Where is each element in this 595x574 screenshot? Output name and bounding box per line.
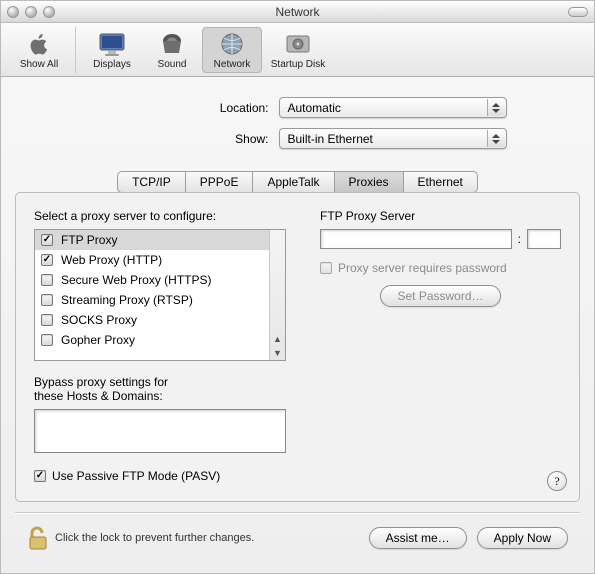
- port-separator: :: [518, 232, 521, 246]
- list-item-label: SOCKS Proxy: [61, 313, 137, 327]
- show-row: Show: Built-in Ethernet: [15, 128, 580, 149]
- toolbar-startup-disk[interactable]: Startup Disk: [262, 27, 334, 73]
- pasv-checkbox[interactable]: [34, 470, 46, 482]
- list-item[interactable]: FTP Proxy: [35, 230, 269, 250]
- show-label: Show:: [89, 132, 279, 146]
- assist-button[interactable]: Assist me…: [369, 527, 467, 549]
- tab-proxies[interactable]: Proxies: [334, 171, 404, 193]
- globe-icon: [216, 30, 248, 58]
- toolbar-displays-label: Displays: [93, 59, 131, 70]
- scroll-up-icon[interactable]: ▲: [270, 332, 285, 346]
- requires-password-checkbox[interactable]: [320, 262, 332, 274]
- proxy-port-input[interactable]: [527, 229, 561, 249]
- toolbar-network-label: Network: [214, 59, 251, 70]
- apply-button[interactable]: Apply Now: [477, 527, 568, 549]
- checkbox[interactable]: [41, 234, 53, 246]
- list-item[interactable]: SOCKS Proxy: [35, 310, 269, 330]
- set-password-button[interactable]: Set Password…: [380, 285, 500, 307]
- requires-password-row: Proxy server requires password: [320, 261, 561, 275]
- checkbox[interactable]: [41, 314, 53, 326]
- tab-tcpip[interactable]: TCP/IP: [117, 171, 186, 193]
- checkbox[interactable]: [41, 254, 53, 266]
- lock-icon[interactable]: [27, 525, 49, 551]
- list-item[interactable]: Streaming Proxy (RTSP): [35, 290, 269, 310]
- proxies-panel: Select a proxy server to configure: FTP …: [15, 192, 580, 502]
- lock-row: Click the lock to prevent further change…: [27, 525, 254, 551]
- location-popup[interactable]: Automatic: [279, 97, 507, 118]
- location-value: Automatic: [288, 101, 341, 115]
- proxy-server-title: FTP Proxy Server: [320, 209, 561, 223]
- bypass-textarea[interactable]: [34, 409, 286, 453]
- list-item-label: FTP Proxy: [61, 233, 117, 247]
- apple-icon: [23, 30, 55, 58]
- proxy-list: FTP Proxy Web Proxy (HTTP) Secure Web Pr…: [34, 229, 286, 361]
- list-item[interactable]: Web Proxy (HTTP): [35, 250, 269, 270]
- tab-appletalk[interactable]: AppleTalk: [252, 171, 334, 193]
- scrollbar[interactable]: ▲ ▼: [269, 230, 285, 360]
- body: Location: Automatic Show: Built-in Ether…: [1, 77, 594, 573]
- toolbar-separator: [75, 27, 76, 73]
- display-icon: [96, 30, 128, 58]
- location-row: Location: Automatic: [15, 97, 580, 118]
- disk-icon: [282, 30, 314, 58]
- list-item[interactable]: Secure Web Proxy (HTTPS): [35, 270, 269, 290]
- proxy-right-column: FTP Proxy Server : Proxy server requires…: [320, 209, 561, 483]
- location-label: Location:: [89, 101, 279, 115]
- pasv-row: Use Passive FTP Mode (PASV): [34, 469, 286, 483]
- pasv-label: Use Passive FTP Mode (PASV): [52, 469, 220, 483]
- list-item-label: Gopher Proxy: [61, 333, 135, 347]
- footer: Click the lock to prevent further change…: [15, 521, 580, 563]
- list-item[interactable]: Gopher Proxy: [35, 330, 269, 350]
- checkbox[interactable]: [41, 294, 53, 306]
- bypass-label-1: Bypass proxy settings for: [34, 375, 286, 389]
- tab-pppoe[interactable]: PPPoE: [185, 171, 254, 193]
- toolbar: Show All Displays Sound Network Startup: [1, 23, 594, 77]
- show-value: Built-in Ethernet: [288, 132, 373, 146]
- speaker-icon: [156, 30, 188, 58]
- toolbar-show-all-label: Show All: [20, 59, 58, 70]
- window-title: Network: [1, 5, 594, 19]
- show-popup[interactable]: Built-in Ethernet: [279, 128, 507, 149]
- list-item-label: Streaming Proxy (RTSP): [61, 293, 193, 307]
- tab-ethernet[interactable]: Ethernet: [403, 171, 478, 193]
- checkbox[interactable]: [41, 334, 53, 346]
- titlebar: Network: [1, 1, 594, 23]
- toolbar-network[interactable]: Network: [202, 27, 262, 73]
- proxy-left-column: Select a proxy server to configure: FTP …: [34, 209, 286, 483]
- chevron-updown-icon: [487, 99, 505, 116]
- requires-password-label: Proxy server requires password: [338, 261, 507, 275]
- scrollbar-track[interactable]: [270, 230, 285, 332]
- list-item-label: Web Proxy (HTTP): [61, 253, 162, 267]
- window-network: Network Show All Displays Sound: [0, 0, 595, 574]
- proxy-host-input[interactable]: [320, 229, 512, 249]
- tabbar: TCP/IP PPPoE AppleTalk Proxies Ethernet: [15, 171, 580, 193]
- toolbar-show-all[interactable]: Show All: [9, 27, 69, 73]
- divider: [15, 512, 580, 513]
- help-button[interactable]: ?: [547, 471, 567, 491]
- toolbar-sound[interactable]: Sound: [142, 27, 202, 73]
- lock-text: Click the lock to prevent further change…: [55, 532, 254, 544]
- toolbar-toggle-button[interactable]: [568, 7, 588, 17]
- toolbar-sound-label: Sound: [158, 59, 187, 70]
- toolbar-startup-label: Startup Disk: [271, 59, 325, 70]
- checkbox[interactable]: [41, 274, 53, 286]
- bypass-label-2: these Hosts & Domains:: [34, 389, 286, 403]
- chevron-updown-icon: [487, 130, 505, 147]
- list-item-label: Secure Web Proxy (HTTPS): [61, 273, 211, 287]
- scroll-down-icon[interactable]: ▼: [270, 346, 285, 360]
- toolbar-displays[interactable]: Displays: [82, 27, 142, 73]
- proxy-select-label: Select a proxy server to configure:: [34, 209, 286, 223]
- proxy-address-row: :: [320, 229, 561, 249]
